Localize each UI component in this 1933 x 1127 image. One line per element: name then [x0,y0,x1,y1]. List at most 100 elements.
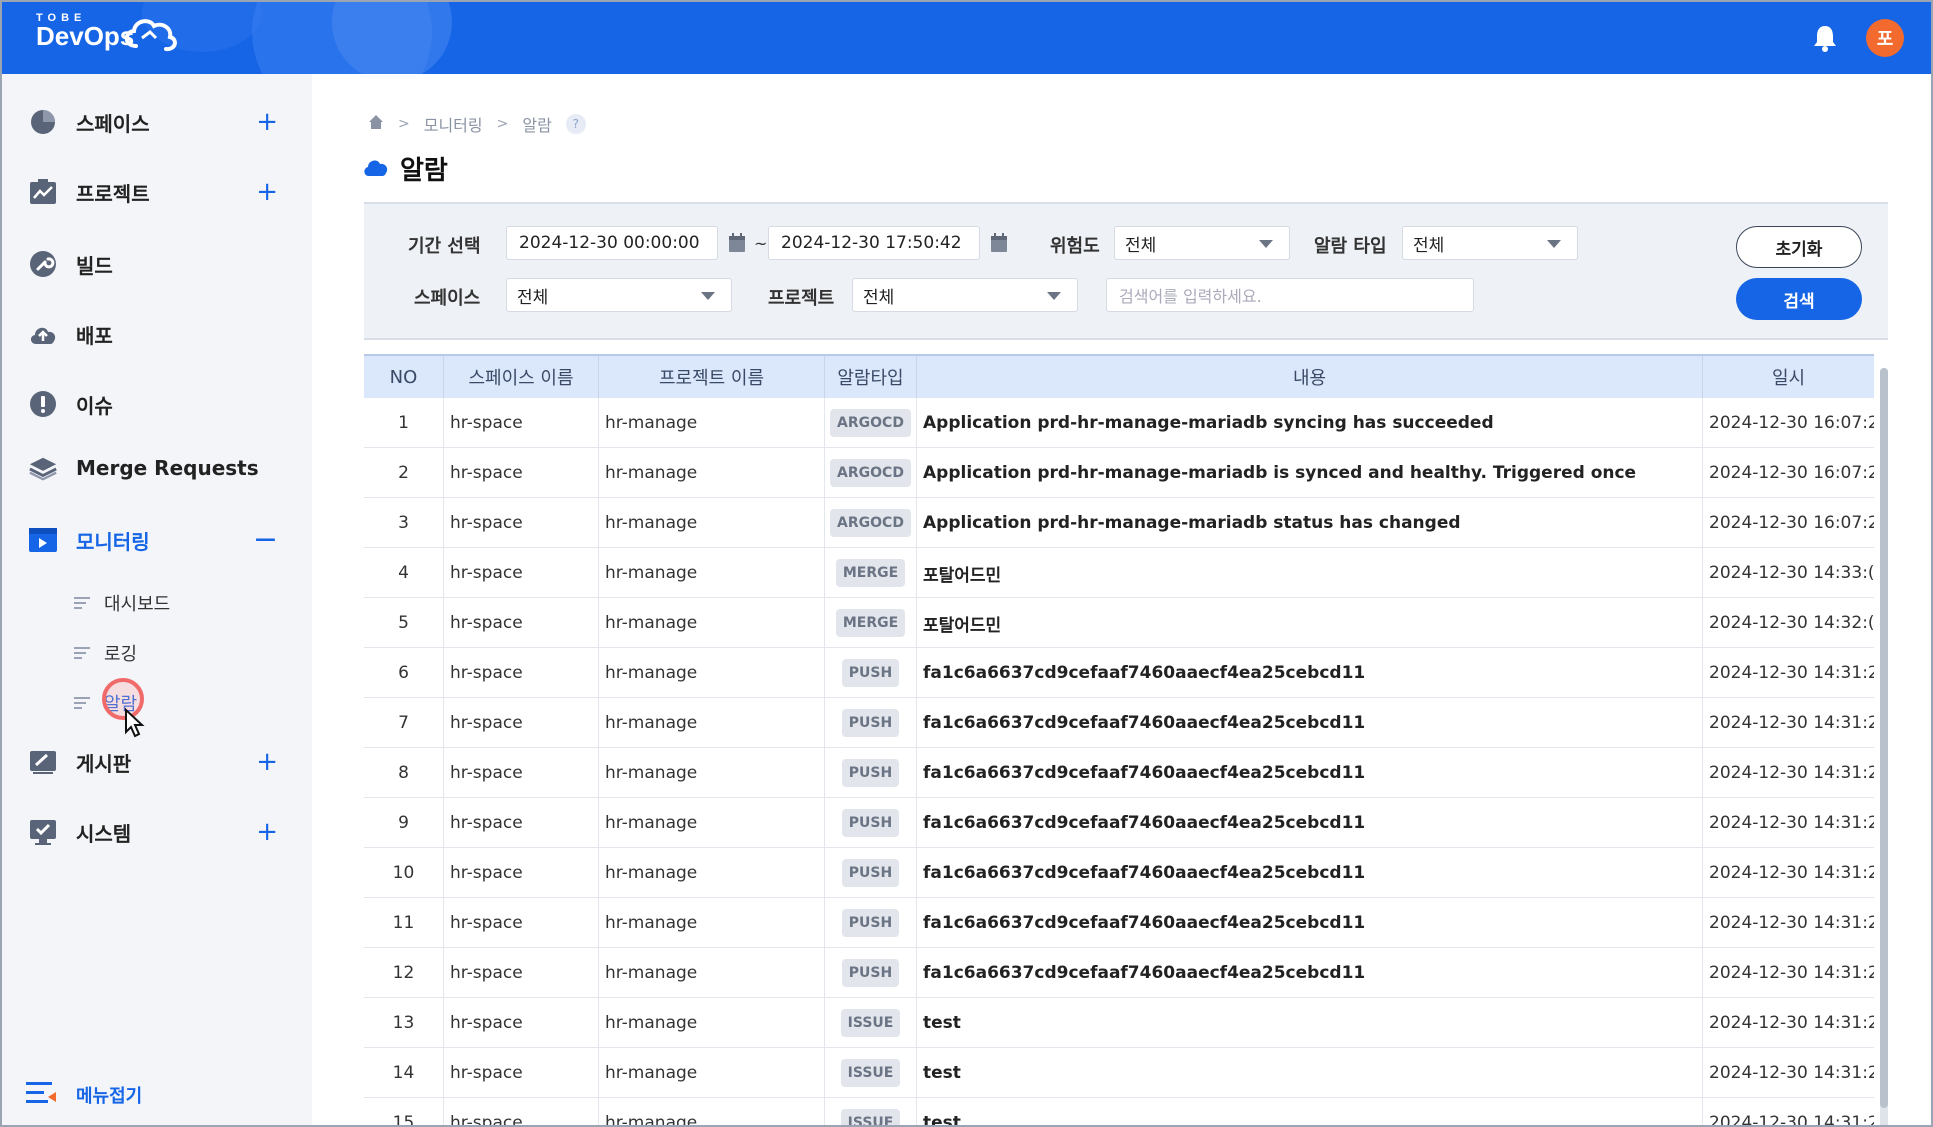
column-header-project[interactable]: 프로젝트 이름 [599,356,825,398]
alarm-content-text[interactable]: 포탈어드민 [917,561,1001,586]
start-date-input[interactable]: 2024-12-30 00:00:00 [506,226,718,260]
alarm-content-text[interactable]: fa1c6a6637cd9cefaaf7460aaecf4ea25cebcd11 [917,863,1365,883]
home-icon[interactable] [368,114,384,134]
table-row[interactable]: 8 hr-space hr-manage PUSH fa1c6a6637cd9cefaa… [364,748,1874,798]
cell-type: ARGOCD [825,398,917,448]
alarm-content-text[interactable]: fa1c6a6637cd9cefaaf7460aaecf4ea25cebcd11 [917,913,1365,933]
alarm-type-select[interactable]: 전체 [1402,226,1578,260]
expand-plus-icon[interactable]: + [256,109,278,135]
table-row[interactable]: 12 hr-space hr-manage PUSH fa1c6a6637cd9cefa… [364,948,1874,998]
alarm-content-text[interactable]: fa1c6a6637cd9cefaaf7460aaecf4ea25cebcd11 [917,663,1365,683]
end-date-input[interactable]: 2024-12-30 17:50:42 [768,226,980,260]
expand-plus-icon[interactable]: + [256,819,278,845]
space-select[interactable]: 전체 [506,278,732,312]
column-header-date[interactable]: 일시 [1703,356,1874,398]
table-row[interactable]: 3 hr-space hr-manage ARGOCD Application prd-… [364,498,1874,548]
alarm-content-text[interactable]: fa1c6a6637cd9cefaaf7460aaecf4ea25cebcd11 [917,713,1365,733]
cloud-upload-icon [28,319,58,349]
calendar-icon[interactable] [728,233,746,253]
cell-no-text: 7 [398,713,409,733]
collapse-minus-icon[interactable]: − [253,525,278,555]
column-header-content[interactable]: 내용 [917,356,1703,398]
cell-type: ISSUE [825,998,917,1048]
cell-no: 2 [364,448,444,498]
calendar-icon[interactable] [990,233,1008,253]
sidebar-item-merge-requests[interactable]: Merge Requests [28,450,278,486]
cell-date: 2024-12-30 14:31:2 [1703,698,1874,748]
cell-date-text: 2024-12-30 16:07:2 [1709,463,1874,483]
caret-down-icon [1259,240,1273,248]
cell-space: hr-space [444,1098,599,1125]
table-row[interactable]: 11 hr-space hr-manage PUSH fa1c6a6637cd9cefa… [364,898,1874,948]
alarm-content-text[interactable]: fa1c6a6637cd9cefaaf7460aaecf4ea25cebcd11 [917,763,1365,783]
cell-project: hr-manage [599,748,825,798]
scrollbar-thumb[interactable] [1880,368,1888,1108]
alarm-content-text[interactable]: fa1c6a6637cd9cefaaf7460aaecf4ea25cebcd11 [917,813,1365,833]
alarm-type-select-value: 전체 [1413,235,1445,256]
cell-content: fa1c6a6637cd9cefaaf7460aaecf4ea25cebcd11 [917,748,1703,798]
table-row[interactable]: 15 hr-space hr-manage ISSUE test 2024-12-30 1… [364,1098,1874,1127]
table-row[interactable]: 14 hr-space hr-manage ISSUE test 2024-12-30 1… [364,1048,1874,1098]
table-row[interactable]: 7 hr-space hr-manage PUSH fa1c6a6637cd9cefaa… [364,698,1874,748]
alarm-content-text[interactable]: 포탈어드민 [917,611,1001,636]
table-row[interactable]: 6 hr-space hr-manage PUSH fa1c6a6637cd9cefaa… [364,648,1874,698]
alarm-content-text[interactable]: fa1c6a6637cd9cefaaf7460aaecf4ea25cebcd11 [917,963,1365,983]
alarm-content-text[interactable]: Application prd-hr-manage-mariadb is syn… [917,463,1636,483]
alarm-content-text[interactable]: Application prd-hr-manage-mariadb status… [917,513,1461,533]
cell-no-text: 15 [392,1113,415,1127]
sidebar-item-space[interactable]: 스페이스 + [28,104,278,140]
column-header-space[interactable]: 스페이스 이름 [444,356,599,398]
alarm-type-badge: MERGE [835,559,906,587]
alarm-content-text[interactable]: test [917,1013,961,1033]
table-row[interactable]: 1 hr-space hr-manage ARGOCD Application prd-… [364,398,1874,448]
table-row[interactable]: 4 hr-space hr-manage MERGE 포탈어드민 2024-12-30 1… [364,548,1874,598]
sidebar-item-issue[interactable]: 이슈 [28,386,278,422]
cell-space-text: hr-space [450,813,523,833]
alarm-content-text[interactable]: test [917,1113,961,1125]
cell-no-text: 10 [392,863,415,883]
sidebar-item-deploy[interactable]: 배포 [28,316,278,352]
expand-plus-icon[interactable]: + [256,749,278,775]
table-scrollbar[interactable] [1880,368,1888,1125]
search-input[interactable]: 검색어를 입력하세요. [1106,278,1474,312]
alarm-type-badge: ARGOCD [830,409,911,437]
menu-collapse-button[interactable]: 메뉴접기 [26,1080,142,1110]
severity-select-value: 전체 [1125,235,1157,256]
table-row[interactable]: 10 hr-space hr-manage PUSH fa1c6a6637cd9cefa… [364,848,1874,898]
sidebar-item-build[interactable]: 빌드 [28,246,278,282]
column-header-type[interactable]: 알람타입 [825,356,917,398]
cell-project-text: hr-manage [605,463,698,483]
notification-bell-icon[interactable] [1812,24,1838,56]
sidebar-subitem-logging[interactable]: 로깅 [74,638,137,668]
cell-date: 2024-12-30 14:31:2 [1703,1098,1874,1125]
caret-down-icon [1547,240,1561,248]
table-row[interactable]: 13 hr-space hr-manage ISSUE test 2024-12-30 1… [364,998,1874,1048]
column-header-no[interactable]: NO [364,356,444,398]
cell-date-text: 2024-12-30 14:31:2 [1709,763,1874,783]
sidebar-item-system[interactable]: 시스템 + [28,814,278,850]
user-avatar[interactable]: 포 [1866,19,1904,57]
help-icon[interactable]: ? [565,114,586,134]
sidebar-item-board[interactable]: 게시판 + [28,744,278,780]
sidebar-item-monitoring[interactable]: 모니터링 − [28,522,278,558]
cell-date-text: 2024-12-30 14:33:( [1709,563,1874,583]
sidebar-item-project[interactable]: 프로젝트 + [28,174,278,210]
logo[interactable]: TOBE DevOps [36,12,177,52]
severity-select[interactable]: 전체 [1114,226,1290,260]
table-row[interactable]: 2 hr-space hr-manage ARGOCD Application prd-… [364,448,1874,498]
project-select[interactable]: 전체 [852,278,1078,312]
sidebar-subitem-dashboard[interactable]: 대시보드 [74,588,170,618]
table-row[interactable]: 9 hr-space hr-manage PUSH fa1c6a6637cd9cefaa… [364,798,1874,848]
alarm-content-text[interactable]: Application prd-hr-manage-mariadb syncin… [917,413,1494,433]
cell-space-text: hr-space [450,963,523,983]
search-button[interactable]: 검색 [1736,278,1862,320]
breadcrumb-item[interactable]: 모니터링 [424,112,483,136]
reset-button[interactable]: 초기화 [1736,226,1862,268]
cell-project-text: hr-manage [605,863,698,883]
cell-project-text: hr-manage [605,613,698,633]
table-row[interactable]: 5 hr-space hr-manage MERGE 포탈어드민 2024-12-30 1… [364,598,1874,648]
expand-plus-icon[interactable]: + [256,179,278,205]
date-range-separator: ~ [754,234,768,253]
cell-project-text: hr-manage [605,813,698,833]
alarm-content-text[interactable]: test [917,1063,961,1083]
